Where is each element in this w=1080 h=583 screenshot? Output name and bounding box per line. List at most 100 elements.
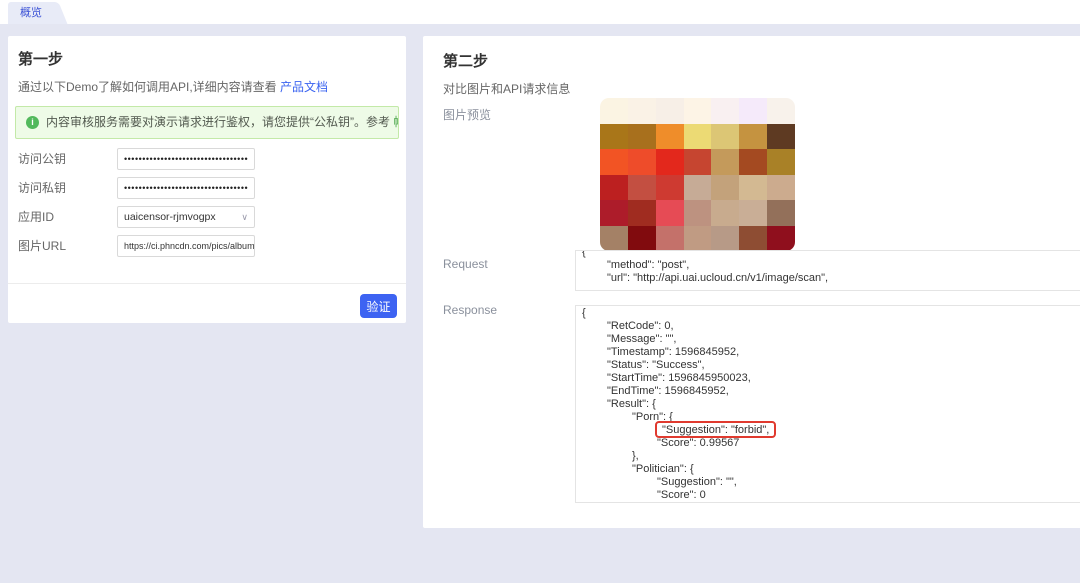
app-id-label: 应用ID	[18, 206, 113, 228]
app-id-select[interactable]: uaicensor-rjmvogpx ∨	[117, 206, 255, 228]
auth-alert-text: 内容审核服务需要对演示请求进行鉴权，请您提供“公私钥”。参考	[46, 115, 393, 129]
step1-title: 第一步	[18, 48, 63, 69]
mosaic-cell	[600, 200, 628, 226]
code-line: {	[576, 250, 1080, 259]
code-line: "Score": 0.99567	[576, 437, 1080, 450]
mosaic-cell	[684, 98, 712, 124]
mosaic-cell	[600, 124, 628, 150]
mosaic-cell	[684, 226, 712, 252]
step1-intro: 通过以下Demo了解如何调用API,详细内容请查看 产品文档	[18, 78, 328, 95]
code-line: "RetCode": 0,	[576, 320, 1080, 333]
response-code-box: {"RetCode": 0,"Message": "","Timestamp":…	[575, 305, 1080, 503]
form-row-private-key: 访问私钥 ••••••••••••••••••••••••••••••••••	[18, 177, 396, 199]
mosaic-cell	[628, 175, 656, 201]
mosaic-cell	[684, 149, 712, 175]
mosaic-cell	[767, 98, 795, 124]
mosaic-cell	[628, 98, 656, 124]
mosaic-cell	[739, 200, 767, 226]
step2-title: 第二步	[443, 50, 488, 71]
forbid-highlight: "Suggestion": "forbid",	[657, 424, 774, 436]
mosaic-cell	[767, 226, 795, 252]
mosaic-cell	[739, 175, 767, 201]
response-label: Response	[443, 303, 497, 317]
response-code: {"RetCode": 0,"Message": "","Timestamp":…	[576, 306, 1080, 503]
image-url-field[interactable]: https://ci.phncdn.com/pics/albums/	[117, 235, 255, 257]
footer-divider	[8, 283, 406, 284]
mosaic-cell	[711, 226, 739, 252]
product-docs-link[interactable]: 产品文档	[280, 80, 328, 94]
mosaic-cell	[767, 124, 795, 150]
image-preview-label: 图片预览	[443, 106, 491, 123]
mosaic-cell	[628, 200, 656, 226]
mosaic-cell	[628, 124, 656, 150]
mosaic-cell	[739, 226, 767, 252]
mosaic-cell	[767, 149, 795, 175]
code-line: {	[576, 307, 1080, 320]
form-row-image-url: 图片URL https://ci.phncdn.com/pics/albums/	[18, 235, 396, 257]
info-icon: i	[26, 116, 39, 129]
code-line: "Message": "",	[576, 333, 1080, 346]
mosaic-cell	[739, 98, 767, 124]
verify-button[interactable]: 验证	[360, 294, 397, 318]
public-key-field[interactable]: ••••••••••••••••••••••••••••••••••	[117, 148, 255, 170]
private-key-field[interactable]: ••••••••••••••••••••••••••••••••••	[117, 177, 255, 199]
code-line: "url": "http://api.uai.ucloud.cn/v1/imag…	[576, 272, 1080, 285]
image-preview-mosaic	[600, 98, 795, 251]
mosaic-cell	[656, 175, 684, 201]
form-row-public-key: 访问公钥 ••••••••••••••••••••••••••••••••••	[18, 148, 396, 170]
mosaic-cell	[656, 124, 684, 150]
code-line: "EndTime": 1596845952,	[576, 385, 1080, 398]
code-line: },	[576, 450, 1080, 463]
chevron-down-icon: ∨	[241, 207, 248, 227]
mosaic-cell	[656, 226, 684, 252]
mosaic-cell	[656, 200, 684, 226]
mosaic-cell	[711, 200, 739, 226]
mosaic-cell	[684, 175, 712, 201]
request-code: {"method": "post","url": "http://api.uai…	[576, 250, 1080, 285]
mosaic-cell	[739, 124, 767, 150]
step1-panel: 第一步 通过以下Demo了解如何调用API,详细内容请查看 产品文档 i 内容审核…	[8, 36, 406, 323]
code-line: "Status": "Success",	[576, 359, 1080, 372]
code-line: }	[576, 502, 1080, 503]
mosaic-cell	[600, 149, 628, 175]
mosaic-cell	[767, 175, 795, 201]
step2-subtitle: 对比图片和API请求信息	[443, 80, 570, 97]
code-line: "Suggestion": "forbid",	[576, 424, 1080, 437]
auth-alert: i 内容审核服务需要对演示请求进行鉴权，请您提供“公私钥”。参考 帐户公私钥获取	[15, 106, 399, 139]
step2-panel: 第二步 对比图片和API请求信息 图片预览 Request {"method":…	[423, 36, 1080, 528]
mosaic-cell	[711, 149, 739, 175]
mosaic-cell	[600, 98, 628, 124]
code-line: "Result": {	[576, 398, 1080, 411]
form-row-app-id: 应用ID uaicensor-rjmvogpx ∨	[18, 206, 396, 228]
code-line: "Timestamp": 1596845952,	[576, 346, 1080, 359]
step1-intro-text: 通过以下Demo了解如何调用API,详细内容请查看	[18, 80, 280, 94]
mosaic-cell	[711, 124, 739, 150]
code-line: "Porn": {	[576, 411, 1080, 424]
mosaic-cell	[711, 98, 739, 124]
mosaic-cell	[739, 149, 767, 175]
code-line: "Politician": {	[576, 463, 1080, 476]
mosaic-cell	[656, 98, 684, 124]
mosaic-cell	[656, 149, 684, 175]
request-code-box: {"method": "post","url": "http://api.uai…	[575, 250, 1080, 291]
image-url-label: 图片URL	[18, 235, 113, 257]
public-key-label: 访问公钥	[18, 148, 113, 170]
mosaic-cell	[600, 175, 628, 201]
tab-overview-label: 概览	[8, 2, 54, 24]
private-key-label: 访问私钥	[18, 177, 113, 199]
code-line: "StartTime": 1596845950023,	[576, 372, 1080, 385]
app-id-value: uaicensor-rjmvogpx	[124, 211, 216, 223]
top-tab-bar: 概览	[0, 0, 1080, 24]
request-label: Request	[443, 257, 488, 271]
mosaic-cell	[684, 200, 712, 226]
mosaic-cell	[711, 175, 739, 201]
tab-overview[interactable]: 概览	[8, 2, 54, 24]
mosaic-cell	[600, 226, 628, 252]
key-guide-link[interactable]: 帐户公私钥获取	[393, 115, 399, 129]
code-line: "Suggestion": "",	[576, 476, 1080, 489]
mosaic-cell	[767, 200, 795, 226]
mosaic-cell	[628, 226, 656, 252]
code-line: "Score": 0	[576, 489, 1080, 502]
mosaic-cell	[684, 124, 712, 150]
mosaic-cell	[628, 149, 656, 175]
